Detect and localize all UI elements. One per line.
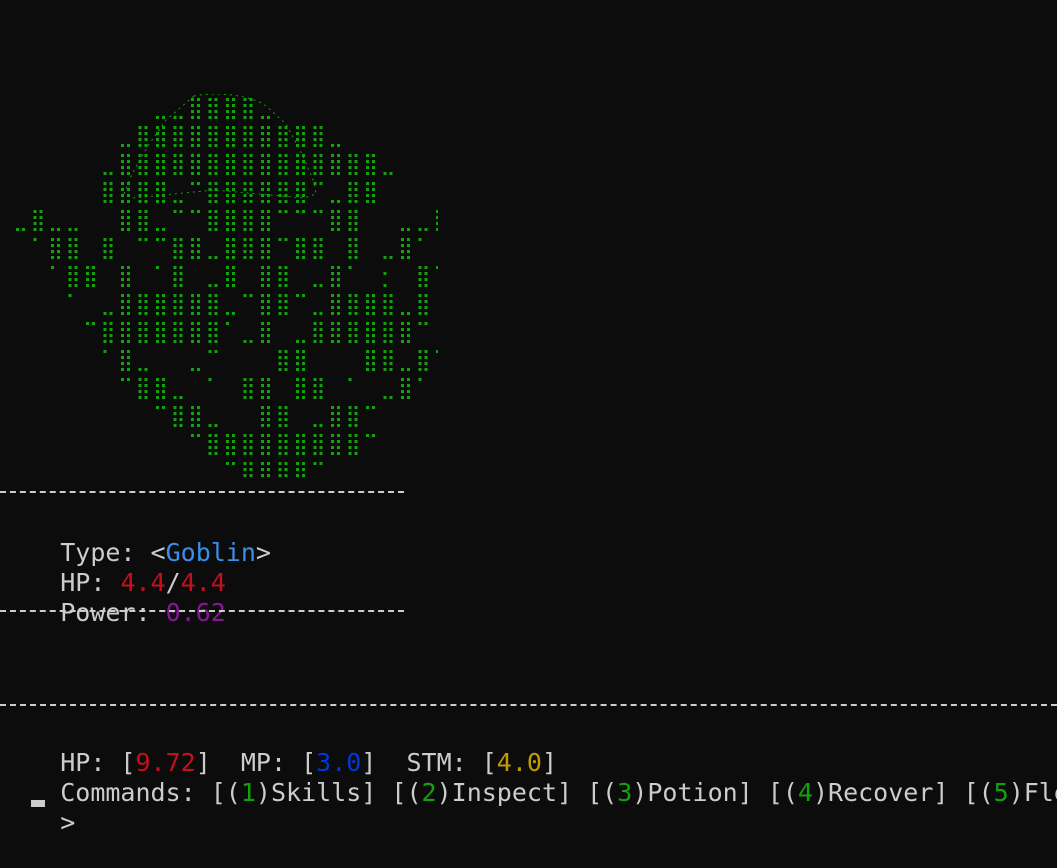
monster-hp-row: HP: 4.4/4.4 — [0, 538, 226, 597]
cursor-block — [31, 800, 45, 807]
prompt-symbol: > — [60, 808, 76, 837]
command-inspect[interactable]: [(2)Inspect] — [391, 778, 572, 807]
divider-status — [0, 704, 1057, 706]
monster-power-row: Power: 0.62 — [0, 568, 226, 627]
monster-power-value: 0.62 — [165, 598, 226, 627]
command-recover[interactable]: [(4)Recover] — [768, 778, 949, 807]
divider-top — [0, 491, 404, 493]
command-flee[interactable]: [(5)Flee] — [964, 778, 1057, 807]
monster-type-row: Type: <Goblin> — [0, 508, 271, 567]
type-close: > — [255, 538, 271, 567]
command-potion[interactable]: [(3)Potion] — [587, 778, 753, 807]
commands-row: Commands: [(1)Skills] [(2)Inspect] [(3)P… — [0, 748, 1057, 807]
divider-monster-bottom — [0, 610, 404, 612]
terminal-window: Type: <Goblin> HP: 4.4/4.4 Power: 0.62 H… — [0, 0, 1057, 837]
commands-label: Commands: — [60, 778, 211, 807]
goblin-art-icon — [16, 94, 438, 477]
command-skills[interactable]: [(1)Skills] — [211, 778, 377, 807]
monster-power-label: Power: — [60, 598, 166, 627]
player-status-row: HP: [9.72] MP: [3.0] STM: [4.0] — [0, 718, 557, 777]
